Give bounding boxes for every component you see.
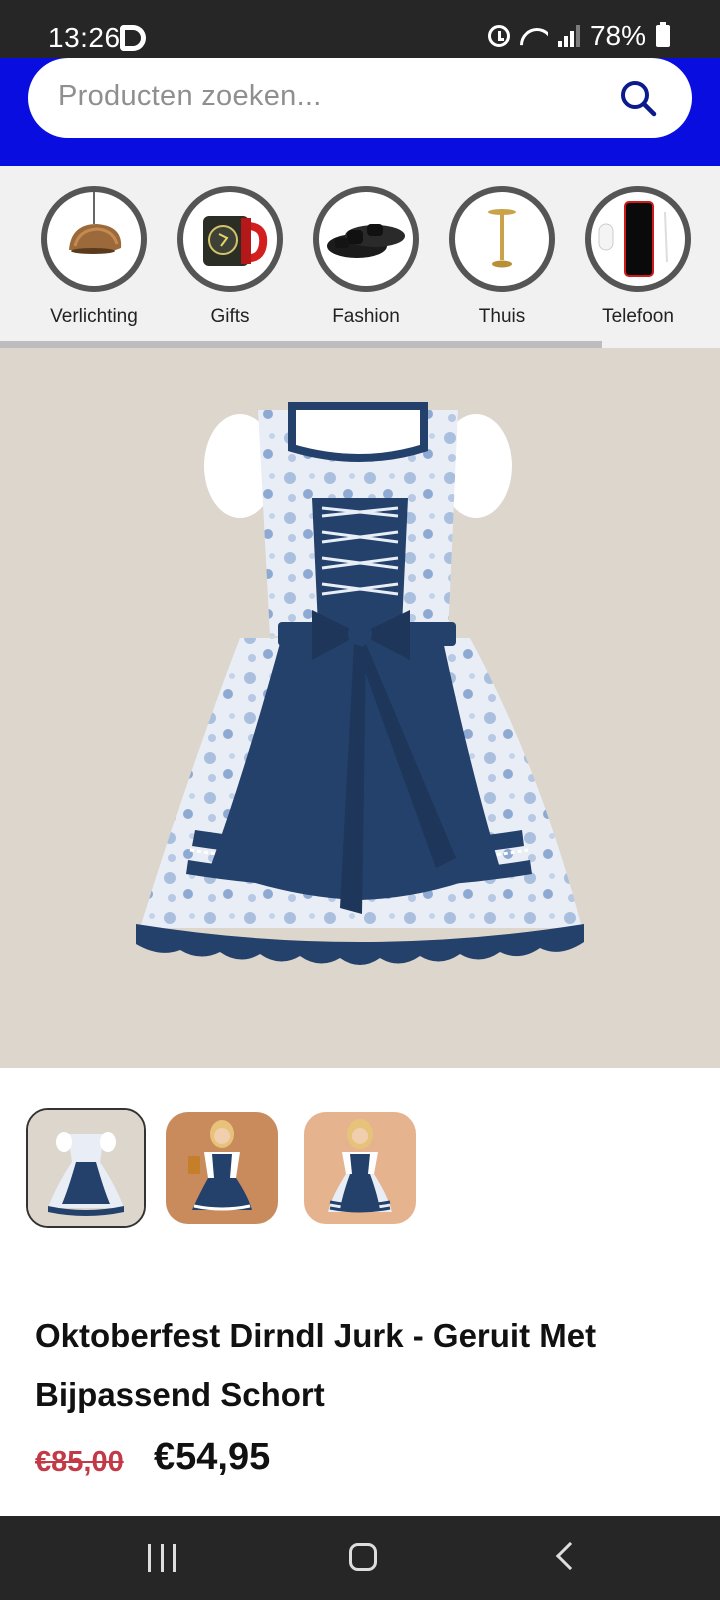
alarm-icon	[487, 25, 510, 47]
thumbnail-2[interactable]	[166, 1112, 278, 1224]
category-fashion[interactable]: Fashion	[306, 186, 426, 328]
category-label: Verlichting	[50, 306, 138, 327]
category-telefoon[interactable]: Telefoon	[578, 186, 698, 328]
header: Producten zoeken...	[0, 58, 720, 166]
category-gifts[interactable]: Gifts	[170, 186, 290, 328]
status-time: 13:26	[48, 22, 121, 53]
thumbnail-3[interactable]	[304, 1112, 416, 1224]
sale-price: €54,95	[154, 1436, 271, 1478]
battery-icon	[656, 22, 670, 47]
table-lamp-icon	[449, 186, 555, 292]
search-bar[interactable]: Producten zoeken...	[28, 58, 692, 138]
phone-icon	[585, 186, 691, 292]
thumbnail-1[interactable]	[26, 1108, 146, 1228]
app-notification-icon	[120, 25, 146, 51]
back-icon[interactable]	[555, 1541, 585, 1571]
wifi-icon	[520, 24, 548, 48]
system-nav-bar	[0, 1516, 720, 1600]
category-label: Telefoon	[602, 306, 674, 327]
home-icon[interactable]	[349, 1543, 377, 1571]
status-icons: 78%	[487, 20, 670, 52]
status-bar: 13:26 78%	[0, 0, 720, 58]
thumbnail-gallery	[0, 1108, 720, 1230]
category-label: Gifts	[210, 306, 250, 327]
category-scrollbar-thumb[interactable]	[0, 341, 602, 348]
sandals-icon	[313, 186, 419, 292]
category-strip: Verlichting Gifts Fashion Thuis Telefoon	[0, 166, 720, 348]
category-verlichting[interactable]: Verlichting	[34, 186, 154, 328]
battery-percentage: 78%	[589, 20, 646, 51]
search-icon[interactable]	[618, 78, 658, 118]
mug-icon	[177, 186, 283, 292]
category-label: Fashion	[332, 306, 400, 327]
category-scrollbar[interactable]	[0, 341, 720, 348]
category-thuis[interactable]: Thuis	[442, 186, 562, 328]
original-price: €85,00	[35, 1446, 124, 1478]
product-main-image[interactable]	[0, 348, 720, 1068]
product-title: Oktoberfest Dirndl Jurk - Geruit Met Bij…	[35, 1317, 597, 1413]
recent-apps-icon[interactable]	[148, 1544, 176, 1572]
category-label: Thuis	[478, 306, 526, 327]
search-input[interactable]: Producten zoeken...	[58, 80, 322, 113]
signal-icon	[557, 25, 580, 47]
pendant-lamp-icon	[41, 186, 147, 292]
